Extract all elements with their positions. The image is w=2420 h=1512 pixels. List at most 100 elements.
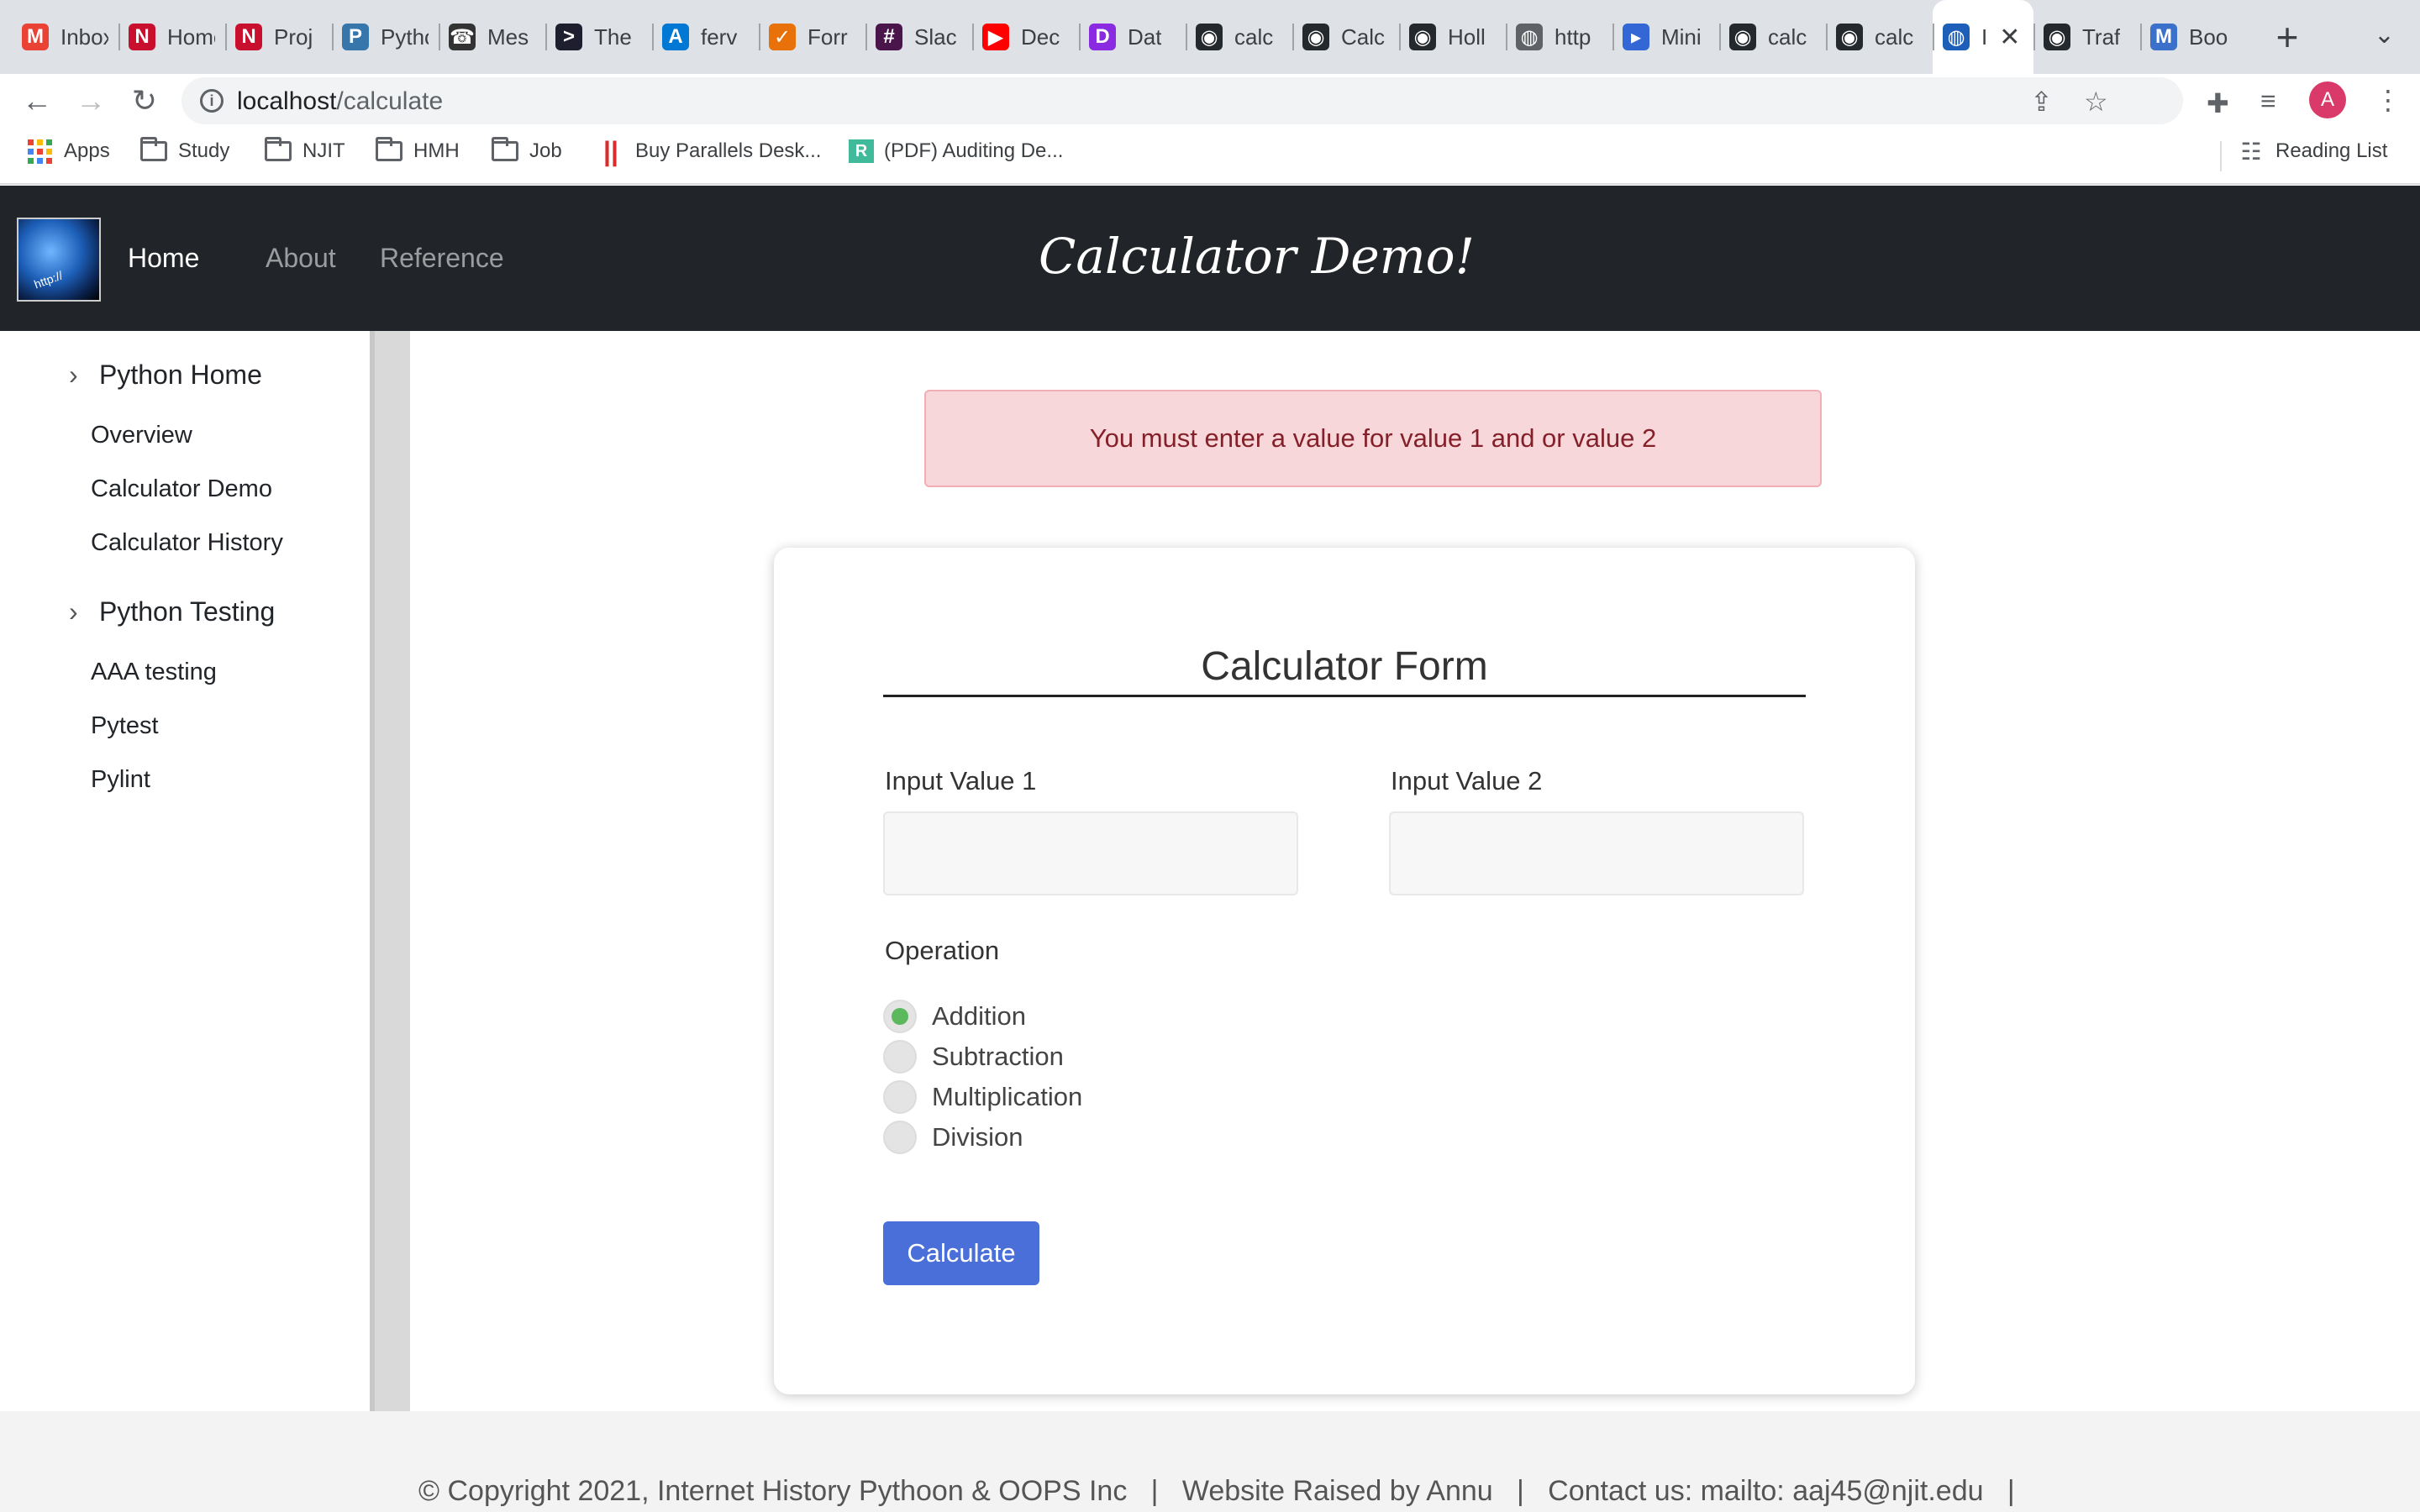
- more-menu-icon[interactable]: ⋮: [2375, 84, 2402, 116]
- media-queue-icon[interactable]: ≡: [2260, 86, 2276, 117]
- browser-tab[interactable]: ◉ calc: [1186, 0, 1292, 74]
- tab-title: Mini: [1661, 24, 1702, 50]
- tab-search-chevron-icon[interactable]: ⌄: [2374, 20, 2395, 50]
- tab-title: Inbox: [60, 24, 108, 50]
- back-arrow-icon[interactable]: ←: [17, 81, 57, 121]
- site-info-icon[interactable]: i: [200, 89, 224, 113]
- folder-icon: [264, 137, 292, 163]
- browser-tab[interactable]: ☎ Mes: [439, 0, 545, 74]
- radio-button-multiplication[interactable]: [883, 1080, 917, 1114]
- bookmark-apps[interactable]: Apps: [25, 139, 110, 164]
- sidebar-item-overview[interactable]: Overview: [91, 422, 192, 449]
- browser-tab[interactable]: ◉ calc: [1826, 0, 1933, 74]
- browser-tab[interactable]: ▶ Dec: [972, 0, 1079, 74]
- bookmark-researchgate[interactable]: R (PDF) Auditing De...: [849, 139, 1063, 163]
- extensions-puzzle-icon[interactable]: ✚: [2207, 87, 2229, 119]
- sidebar-item-pytest[interactable]: Pytest: [91, 712, 159, 740]
- browser-tab[interactable]: N Home: [118, 0, 225, 74]
- tab-title: Holl: [1448, 24, 1486, 50]
- researchgate-icon: R: [849, 139, 874, 163]
- folder-icon: [139, 137, 168, 163]
- value1-input[interactable]: [883, 811, 1298, 895]
- operation-option-subtraction[interactable]: Subtraction: [883, 1040, 1064, 1074]
- browser-tab[interactable]: P Python: [332, 0, 439, 74]
- tab-title: Dat: [1128, 24, 1162, 50]
- sidebar-section-python-testing[interactable]: › Python Testing: [69, 596, 275, 627]
- globe-icon: ◍: [1516, 24, 1543, 50]
- browser-tab[interactable]: ◉ Holl: [1399, 0, 1506, 74]
- calculate-button[interactable]: Calculate: [883, 1221, 1039, 1285]
- browser-tab[interactable]: ▸ Mini: [1612, 0, 1719, 74]
- address-bar[interactable]: i localhost/calculate ⇪ ☆: [182, 77, 2183, 124]
- browser-tab[interactable]: ◉ Traf: [2033, 0, 2140, 74]
- sidebar: › Python Home Overview Calculator Demo C…: [0, 331, 370, 1411]
- browser-tab[interactable]: M Boo: [2140, 0, 2247, 74]
- terminal-icon: >: [555, 24, 582, 50]
- apps-grid-icon: [25, 139, 54, 164]
- browser-tab-bar: M Inbox N Home N Proj P Python ☎ Mes > The Aferv ✓ For…: [0, 0, 2420, 74]
- tab-title: Boo: [2189, 24, 2228, 50]
- bookmark-study[interactable]: Study: [139, 137, 229, 163]
- tab-title: Proj: [274, 24, 313, 50]
- footer-text: © Copyright 2021, Internet History Pytho…: [418, 1475, 2015, 1507]
- nav-reference-link[interactable]: Reference: [380, 243, 504, 274]
- tab-title: ferv: [701, 24, 738, 50]
- forms-icon: ✓: [769, 24, 796, 50]
- njit-icon: N: [129, 24, 155, 50]
- browser-tab[interactable]: ◉ Calc: [1292, 0, 1399, 74]
- browser-tab[interactable]: D Dat: [1079, 0, 1186, 74]
- python-icon: P: [342, 24, 369, 50]
- browser-tab[interactable]: # Slac: [865, 0, 972, 74]
- reload-icon[interactable]: ↻: [124, 81, 165, 121]
- nav-about-link[interactable]: About: [266, 243, 336, 274]
- reading-list-icon: ☷: [2240, 138, 2262, 165]
- operation-option-addition[interactable]: Addition: [883, 1000, 1026, 1033]
- tab-title: calc: [1875, 24, 1914, 50]
- close-tab-icon[interactable]: ✕: [1999, 23, 2020, 52]
- browser-tab[interactable]: N Proj: [225, 0, 332, 74]
- browser-tab[interactable]: Aferv: [652, 0, 759, 74]
- sidebar-section-python-home[interactable]: › Python Home: [69, 360, 262, 391]
- tab-title: Slac: [914, 24, 957, 50]
- sidebar-item-calculator-history[interactable]: Calculator History: [91, 529, 283, 557]
- globe-logo[interactable]: http://: [17, 218, 101, 302]
- bookmark-njit[interactable]: NJIT: [264, 137, 345, 163]
- tab-title: calc: [1768, 24, 1807, 50]
- tab-title: calc: [1234, 24, 1274, 50]
- radio-button-addition[interactable]: [883, 1000, 917, 1033]
- operation-option-division[interactable]: Division: [883, 1121, 1023, 1154]
- browser-tab[interactable]: ◉ calc: [1719, 0, 1826, 74]
- bookmark-job[interactable]: Job: [491, 137, 562, 163]
- profile-avatar[interactable]: A: [2309, 81, 2346, 118]
- sidebar-item-pylint[interactable]: Pylint: [91, 766, 150, 794]
- forward-arrow-icon[interactable]: →: [71, 81, 111, 121]
- browser-tab[interactable]: ◍ I ✕: [1933, 0, 2033, 74]
- bookmark-hmh[interactable]: HMH: [375, 137, 460, 163]
- error-alert: You must enter a value for value 1 and o…: [924, 390, 1822, 487]
- bookmark-parallels[interactable]: || Buy Parallels Desk...: [597, 136, 821, 166]
- sidebar-scrollbar[interactable]: [370, 331, 410, 1411]
- browser-tab[interactable]: ✓ Forr: [759, 0, 865, 74]
- reading-list-button[interactable]: ☷ Reading List: [2237, 138, 2387, 165]
- browser-tab[interactable]: > The: [545, 0, 652, 74]
- browser-toolbar: ← → ↻ i localhost/calculate ⇪ ☆ ✚ ≡ ⋮: [0, 74, 2420, 128]
- browser-tab[interactable]: M Inbox: [12, 0, 118, 74]
- tab-title: Traf: [2082, 24, 2121, 50]
- gmail-icon: M: [22, 24, 49, 50]
- value2-label: Input Value 2: [1391, 766, 1543, 795]
- new-tab-button[interactable]: +: [2270, 14, 2304, 60]
- sidebar-item-calculator-demo[interactable]: Calculator Demo: [91, 475, 272, 503]
- share-icon[interactable]: ⇪: [2030, 86, 2053, 118]
- sidebar-item-aaa-testing[interactable]: AAA testing: [91, 659, 217, 686]
- url-text[interactable]: localhost/calculate: [237, 87, 443, 116]
- operation-option-multiplication[interactable]: Multiplication: [883, 1080, 1082, 1114]
- tab-title: http: [1555, 24, 1591, 50]
- value2-input[interactable]: [1389, 811, 1804, 895]
- radio-button-subtraction[interactable]: [883, 1040, 917, 1074]
- nav-home-link[interactable]: Home: [128, 243, 199, 274]
- github-icon: ◉: [1409, 24, 1436, 50]
- radio-button-division[interactable]: [883, 1121, 917, 1154]
- browser-tab[interactable]: ◍ http: [1506, 0, 1612, 74]
- github-icon: ◉: [1302, 24, 1329, 50]
- bookmark-star-icon[interactable]: ☆: [2084, 86, 2108, 118]
